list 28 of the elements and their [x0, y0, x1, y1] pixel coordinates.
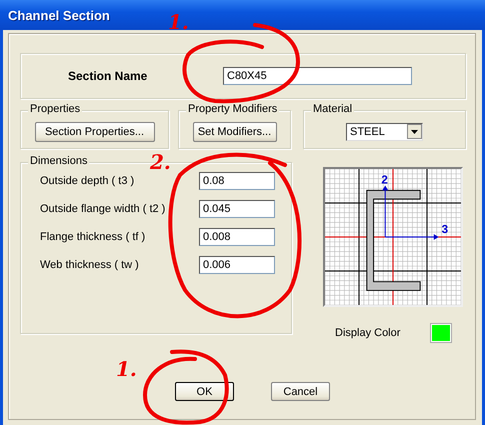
group-title: Dimensions — [28, 155, 90, 167]
display-color-label: Display Color — [335, 327, 402, 339]
annotation-number: 2. — [150, 150, 171, 174]
section-name-label: Section Name — [68, 69, 148, 83]
section-name-field[interactable]: C80X45 — [223, 67, 412, 85]
dimension-label: Outside flange width ( t2 ) — [40, 203, 166, 215]
group-title: Property Modifiers — [186, 103, 280, 115]
axis-label: 3 — [442, 223, 448, 236]
section-properties-button[interactable]: Section Properties... — [34, 122, 154, 142]
dropdown-arrow-icon — [411, 130, 418, 134]
dimension-field[interactable]: 0.08 — [199, 172, 275, 190]
dimension-field[interactable]: 0.006 — [199, 256, 275, 274]
dimension-field[interactable]: 0.045 — [199, 200, 275, 218]
set-modifiers-button[interactable]: Set Modifiers... — [192, 122, 276, 142]
window-title: Channel Section — [8, 8, 110, 22]
dimension-label: Outside depth ( t3 ) — [40, 175, 136, 187]
axis-label: 2 — [381, 174, 388, 187]
dimension-label: Flange thickness ( tf ) — [40, 231, 146, 243]
cancel-button[interactable]: Cancel — [271, 382, 330, 401]
group-title: Material — [311, 103, 354, 115]
material-dropdown[interactable]: STEEL — [346, 122, 423, 140]
annotation-number: 1. — [116, 357, 137, 381]
dimension-label: Web thickness ( tw ) — [40, 259, 140, 271]
color-swatch[interactable] — [431, 324, 451, 342]
ok-button[interactable]: OK — [175, 382, 234, 401]
dimension-field[interactable]: 0.008 — [199, 228, 275, 246]
annotation-number: 1. — [168, 10, 189, 34]
group-title: Properties — [28, 103, 82, 115]
